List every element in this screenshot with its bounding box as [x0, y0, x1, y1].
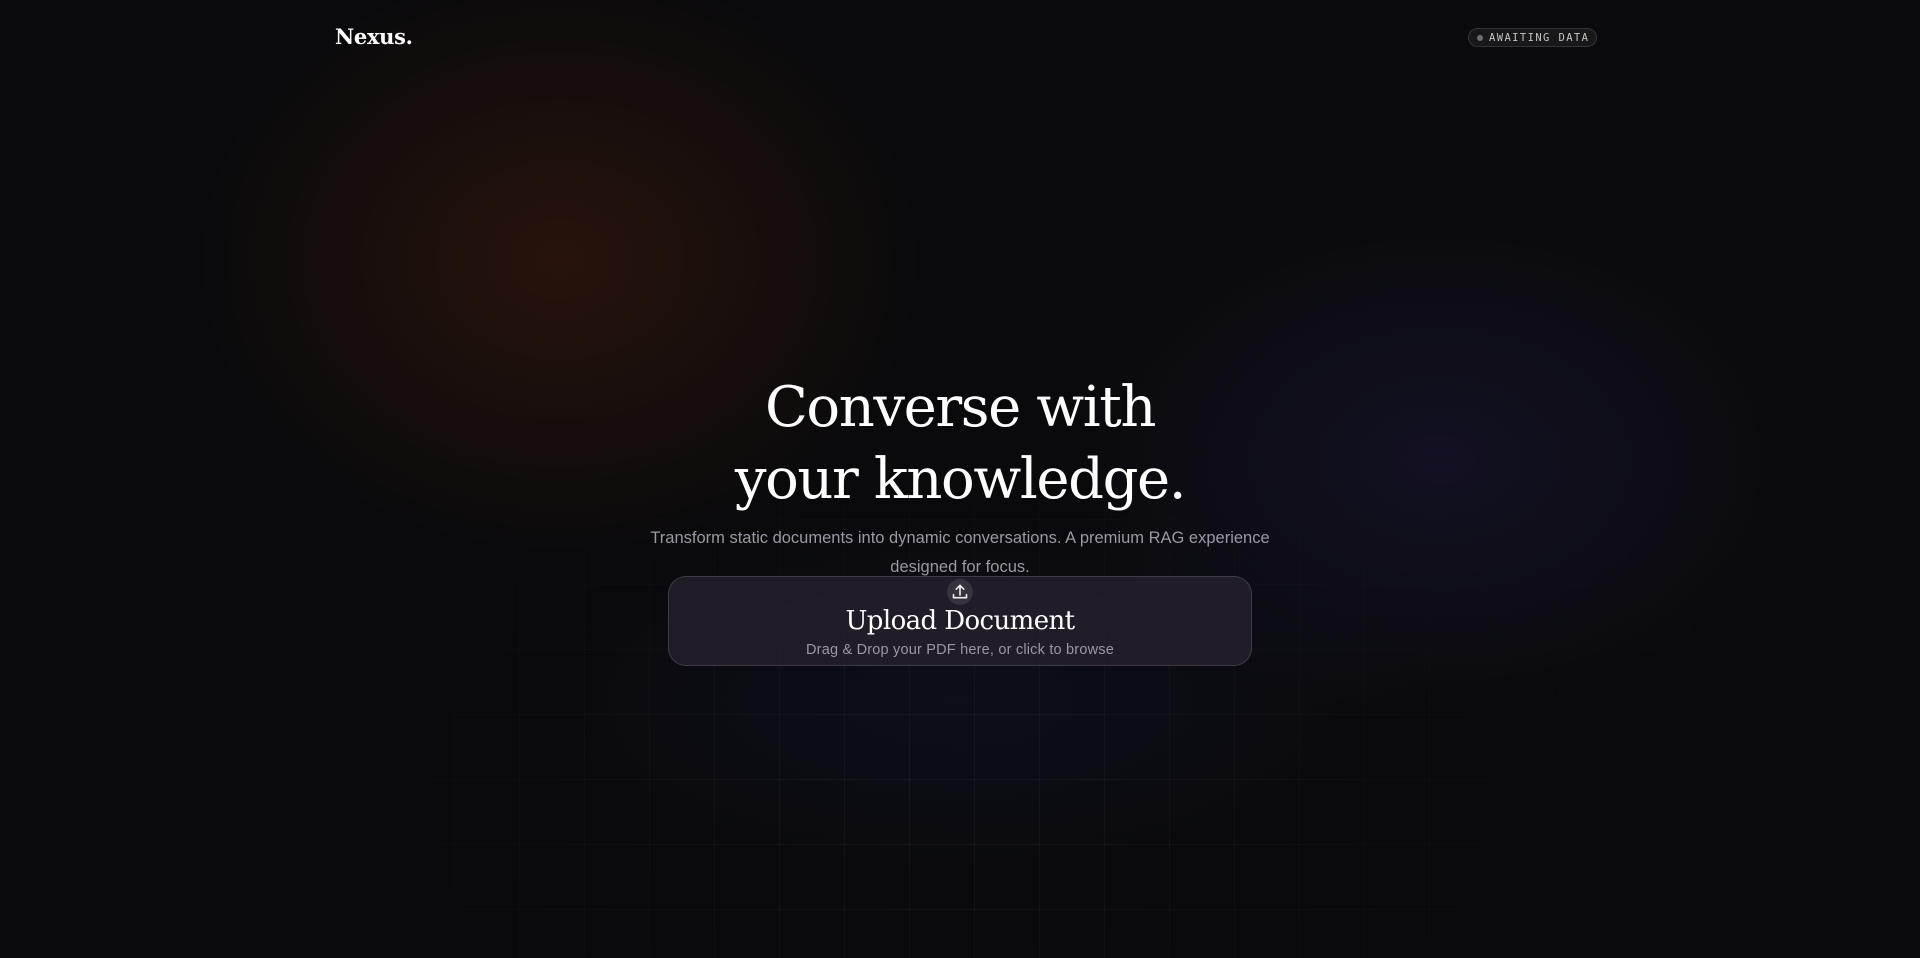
app-logo[interactable]: Nexus.	[335, 24, 413, 49]
hero-title-line-1: Converse with	[764, 375, 1156, 440]
upload-dropzone[interactable]: Upload Document Drag & Drop your PDF her…	[668, 576, 1252, 666]
upload-hint: Drag & Drop your PDF here, or click to b…	[806, 642, 1114, 658]
hero-section: Converse with your knowledge. Transform …	[0, 372, 1920, 582]
status-label: AWAITING DATA	[1489, 31, 1590, 44]
hero-title-line-2: your knowledge.	[734, 447, 1187, 512]
hero-title: Converse with your knowledge.	[0, 372, 1920, 516]
hero-subtitle: Transform static documents into dynamic …	[650, 529, 1270, 576]
upload-title: Upload Document	[845, 606, 1076, 636]
status-dot-icon	[1477, 34, 1483, 41]
upload-icon	[947, 579, 973, 605]
status-badge: AWAITING DATA	[1468, 28, 1598, 47]
top-bar: Nexus. AWAITING DATA	[0, 0, 1920, 78]
